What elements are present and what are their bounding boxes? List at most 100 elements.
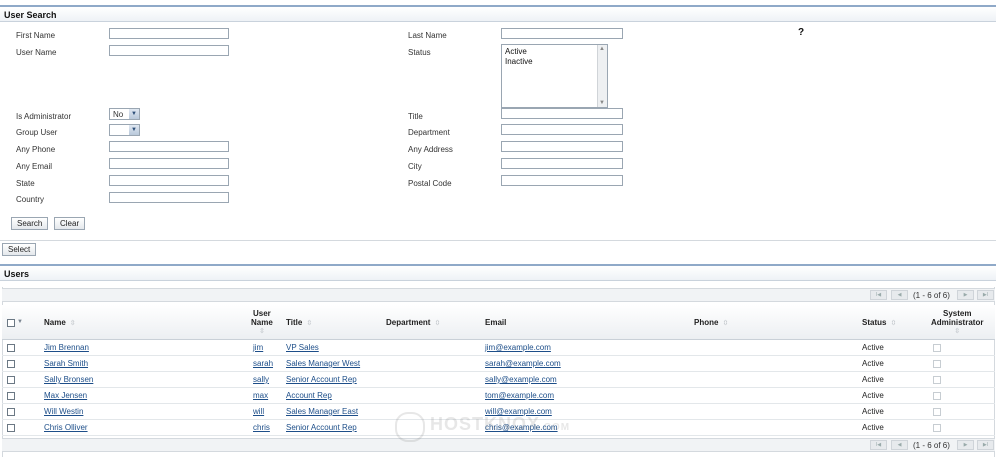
user-name-link[interactable]: Chris Olliver xyxy=(44,423,88,432)
group-user-select[interactable]: ▼ xyxy=(109,124,140,136)
user-name-input[interactable] xyxy=(109,45,229,56)
user-name-link[interactable]: Sarah Smith xyxy=(44,359,88,368)
first-name-input[interactable] xyxy=(109,28,229,39)
last-name-input[interactable] xyxy=(501,28,623,39)
user-email-link[interactable]: tom@example.com xyxy=(485,391,554,400)
pagination-info: (1 - 6 of 6) xyxy=(913,291,950,300)
scroll-down-icon[interactable]: ▼ xyxy=(599,100,605,106)
sort-icon[interactable]: ⇳ xyxy=(931,327,983,336)
user-name-link[interactable]: Sally Bronsen xyxy=(44,375,93,384)
table-row[interactable]: Sally Bronsen sally Senior Account Rep s… xyxy=(2,372,995,388)
country-label: Country xyxy=(16,195,45,204)
user-title-link[interactable]: Sales Manager East xyxy=(286,407,358,416)
first-page-icon[interactable]: I◀ xyxy=(870,440,887,450)
any-email-input[interactable] xyxy=(109,158,229,169)
user-email-link[interactable]: sarah@example.com xyxy=(485,359,561,368)
user-status: Active xyxy=(862,423,884,432)
scroll-up-icon[interactable]: ▲ xyxy=(599,46,605,52)
department-input[interactable] xyxy=(501,124,623,135)
country-input[interactable] xyxy=(109,192,229,203)
table-row[interactable]: Jim Brennan jim VP Sales jim@example.com… xyxy=(2,340,995,356)
watermark-text: HOSTKNOX xyxy=(430,414,541,434)
users-title: Users xyxy=(4,269,30,279)
sort-icon[interactable]: ⇳ xyxy=(722,320,728,327)
column-header-system-administrator[interactable]: System Administrator ⇳ xyxy=(931,309,983,336)
user-title-link[interactable]: VP Sales xyxy=(286,343,319,352)
city-input[interactable] xyxy=(501,158,623,169)
any-address-label: Any Address xyxy=(408,145,453,154)
column-header-department[interactable]: Department ⇳ xyxy=(386,318,440,328)
clear-button[interactable]: Clear xyxy=(54,217,86,230)
status-listbox[interactable]: Active Inactive ▲ ▼ xyxy=(501,44,608,108)
user-email-link[interactable]: sally@example.com xyxy=(485,375,557,384)
postal-code-input[interactable] xyxy=(501,175,623,186)
last-page-icon[interactable]: ▶I xyxy=(977,440,994,450)
user-login-link[interactable]: will xyxy=(253,407,264,416)
user-name-link[interactable]: Max Jensen xyxy=(44,391,87,400)
status-option-inactive[interactable]: Inactive xyxy=(505,57,533,66)
user-login-link[interactable]: jim xyxy=(253,343,263,352)
system-admin-checkbox xyxy=(933,424,941,432)
user-title-link[interactable]: Senior Account Rep xyxy=(286,423,357,432)
last-page-icon[interactable]: ▶I xyxy=(977,290,994,300)
user-name-link[interactable]: Jim Brennan xyxy=(44,343,89,352)
row-checkbox[interactable] xyxy=(7,424,15,432)
table-row[interactable]: Max Jensen max Account Rep tom@example.c… xyxy=(2,388,995,404)
last-name-label: Last Name xyxy=(408,31,447,40)
divider xyxy=(0,240,996,241)
status-option-active[interactable]: Active xyxy=(505,47,527,56)
state-input[interactable] xyxy=(109,175,229,186)
user-status: Active xyxy=(862,407,884,416)
prev-page-icon[interactable]: ◀ xyxy=(891,440,908,450)
row-checkbox[interactable] xyxy=(7,344,15,352)
chevron-down-icon[interactable]: ▼ xyxy=(17,319,23,325)
row-checkbox[interactable] xyxy=(7,360,15,368)
row-checkbox[interactable] xyxy=(7,376,15,384)
help-icon[interactable]: ? xyxy=(798,27,804,38)
row-checkbox[interactable] xyxy=(7,408,15,416)
sort-icon[interactable]: ⇳ xyxy=(434,320,440,327)
first-page-icon[interactable]: I◀ xyxy=(870,290,887,300)
pager-bottom: I◀ ◀ (1 - 6 of 6) ▶ ▶I xyxy=(2,438,995,452)
any-phone-input[interactable] xyxy=(109,141,229,152)
next-page-icon[interactable]: ▶ xyxy=(957,440,974,450)
user-name-link[interactable]: Will Westin xyxy=(44,407,83,416)
column-header-phone[interactable]: Phone ⇳ xyxy=(694,318,728,328)
row-checkbox[interactable] xyxy=(7,392,15,400)
user-login-link[interactable]: max xyxy=(253,391,268,400)
user-title-link[interactable]: Account Rep xyxy=(286,391,332,400)
user-email-link[interactable]: jim@example.com xyxy=(485,343,551,352)
column-header-title[interactable]: Title ⇳ xyxy=(286,318,312,328)
table-row[interactable]: Sarah Smith sarah Sales Manager West sar… xyxy=(2,356,995,372)
group-user-label: Group User xyxy=(16,128,58,137)
select-button[interactable]: Select xyxy=(2,243,37,256)
next-page-icon[interactable]: ▶ xyxy=(957,290,974,300)
sort-icon[interactable]: ⇳ xyxy=(306,320,312,327)
user-login-link[interactable]: sarah xyxy=(253,359,273,368)
user-title-link[interactable]: Senior Account Rep xyxy=(286,375,357,384)
watermark-suffix: .COM xyxy=(540,422,571,433)
sort-icon[interactable]: ⇳ xyxy=(890,320,896,327)
prev-page-icon[interactable]: ◀ xyxy=(891,290,908,300)
title-input[interactable] xyxy=(501,108,623,119)
any-address-input[interactable] xyxy=(501,141,623,152)
column-header-status[interactable]: Status ⇳ xyxy=(862,318,896,328)
user-title-link[interactable]: Sales Manager West xyxy=(286,359,360,368)
column-header-name[interactable]: Name ⇳ xyxy=(44,318,76,328)
status-scrollbar[interactable]: ▲ ▼ xyxy=(597,45,607,107)
is-administrator-label: Is Administrator xyxy=(16,112,72,121)
user-login-link[interactable]: chris xyxy=(253,423,270,432)
status-label: Status xyxy=(408,48,431,57)
is-administrator-select[interactable]: No ▼ xyxy=(109,108,140,120)
search-button[interactable]: Search xyxy=(11,217,49,230)
user-login-link[interactable]: sally xyxy=(253,375,269,384)
column-header-email[interactable]: Email xyxy=(485,318,506,327)
chevron-down-icon: ▼ xyxy=(129,125,139,135)
sort-icon[interactable]: ⇳ xyxy=(251,327,273,336)
select-all-checkbox[interactable] xyxy=(7,319,15,327)
column-email-label: Email xyxy=(485,318,507,327)
column-header-user-name[interactable]: User Name ⇳ xyxy=(251,309,273,336)
sort-icon[interactable]: ⇳ xyxy=(70,320,76,327)
pagination-info: (1 - 6 of 6) xyxy=(913,441,950,450)
watermark-logo-icon xyxy=(395,412,425,442)
